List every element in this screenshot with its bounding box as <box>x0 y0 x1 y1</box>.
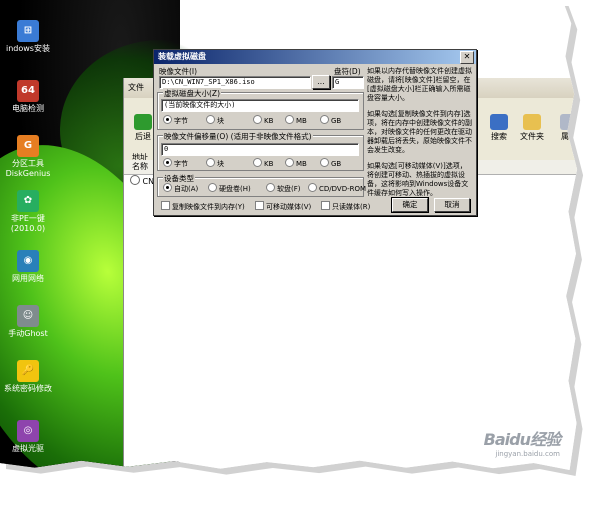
desktop-shortcut[interactable]: ✿ 非PE一键 (2010.0) <box>2 190 54 234</box>
desktop-shortcut-label: 手动Ghost <box>8 329 48 338</box>
radio-dot <box>206 115 215 124</box>
unit-radio-kb[interactable]: KB <box>253 158 273 168</box>
radio-dot <box>253 115 262 124</box>
radio-label: GB <box>331 117 342 125</box>
desktop-shortcut-label: 电脑检测 <box>12 104 44 113</box>
radio-dot <box>285 115 294 124</box>
desktop-shortcut-label: 系统密码修改 <box>4 384 52 393</box>
radio-dot <box>308 183 317 192</box>
list-item[interactable]: CN <box>130 175 154 186</box>
radio-dot <box>206 158 215 167</box>
radio-label: 字节 <box>174 160 188 168</box>
screenshot: ⊞ indows安装 64 电脑检测 G 分区工具 DiskGenius ✿ 非PE一键 (201… <box>0 0 578 470</box>
drive-letter-select[interactable]: G <box>332 76 364 89</box>
back-arrow-icon <box>134 114 152 130</box>
unit-radio-mb[interactable]: MB <box>285 158 307 168</box>
dialog-titlebar: 装载虚拟磁盘 ✕ <box>154 50 476 64</box>
cd-drive-icon <box>130 175 140 185</box>
browse-button[interactable]: ... <box>312 75 330 89</box>
search-button[interactable]: 搜索 <box>490 114 508 142</box>
desktop-shortcut[interactable]: ◎ 虚拟光驱 <box>2 420 54 454</box>
checkbox-box <box>255 201 264 210</box>
radio-dot <box>285 158 294 167</box>
desktop-shortcut[interactable]: ◉ 网用网络 <box>2 250 54 284</box>
search-icon <box>490 114 508 130</box>
unit-radio-字节[interactable]: 字节 <box>163 115 188 126</box>
image-offset-label: 映像文件偏移量(O) (适用于非映像文件格式) <box>163 131 313 142</box>
unit-radio-mb[interactable]: MB <box>285 115 307 125</box>
folder-icon <box>523 114 541 130</box>
unit-radio-块[interactable]: 块 <box>206 158 224 169</box>
network-icon: ◉ <box>17 250 39 272</box>
watermark: Baidu经验 jingyan.baidu.com <box>483 430 561 458</box>
radio-label: 自动(A) <box>174 185 199 193</box>
readonly-media-checkbox[interactable]: 只读媒体(R) <box>321 201 370 212</box>
pe-onekey-icon: ✿ <box>17 190 39 212</box>
device-type-radio[interactable]: 硬盘卷(H) <box>208 183 251 194</box>
virtual-drive-icon: ◎ <box>17 420 39 442</box>
radio-dot <box>320 158 329 167</box>
checkbox-box <box>161 201 170 210</box>
radio-dot <box>253 158 262 167</box>
folders-button[interactable]: 文件夹 <box>520 114 544 142</box>
radio-label: CD/DVD-ROM <box>319 185 367 193</box>
radio-label: 字节 <box>174 117 188 125</box>
pc-check-icon: 64 <box>17 80 39 102</box>
password-tool-icon: 🔑 <box>17 360 39 382</box>
radio-dot <box>163 115 172 124</box>
desktop-shortcut-label: indows安装 <box>6 44 50 53</box>
unit-radio-gb[interactable]: GB <box>320 115 341 125</box>
unit-radio-gb[interactable]: GB <box>320 158 341 168</box>
vdisk-size-field[interactable]: (当前映像文件的大小) <box>161 99 359 112</box>
ghost-icon: ☺ <box>17 305 39 327</box>
radio-dot <box>208 183 217 192</box>
device-type-radio[interactable]: 自动(A) <box>163 183 198 194</box>
help-paragraph-removable: 如果勾选[可移动媒体(V)]选项，将创建可移动、热插拔的虚拟设备，这将影响到Wi… <box>367 162 469 197</box>
radio-label: 块 <box>217 160 224 168</box>
unit-radio-kb[interactable]: KB <box>253 115 273 125</box>
radio-label: KB <box>264 117 274 125</box>
desktop-shortcut[interactable]: G 分区工具 DiskGenius <box>2 135 54 179</box>
windows-setup-icon: ⊞ <box>17 20 39 42</box>
unit-radio-字节[interactable]: 字节 <box>163 158 188 169</box>
image-offset-field[interactable]: 0 <box>161 143 359 156</box>
device-type-radio[interactable]: CD/DVD-ROM <box>308 183 366 193</box>
radio-label: MB <box>296 117 307 125</box>
desktop-shortcut[interactable]: 64 电脑检测 <box>2 80 54 114</box>
vdisk-size-label: 虚拟磁盘大小(Z) <box>163 88 221 99</box>
radio-dot <box>163 158 172 167</box>
copy-to-memory-checkbox[interactable]: 复制映像文件到内存(Y) <box>161 201 245 212</box>
unit-radio-块[interactable]: 块 <box>206 115 224 126</box>
removable-media-checkbox[interactable]: 可移动媒体(V) <box>255 201 311 212</box>
radio-dot <box>266 183 275 192</box>
radio-label: GB <box>331 160 342 168</box>
desktop-shortcut-label: 网用网络 <box>12 274 44 283</box>
radio-label: KB <box>264 160 274 168</box>
desktop-shortcut-label: 非PE一键 (2010.0) <box>10 214 46 233</box>
close-button[interactable]: ✕ <box>460 51 474 64</box>
diskgenius-icon: G <box>17 135 39 157</box>
help-paragraph-copy: 如果勾选[复制映像文件到内存]选项，将在内存中创建映像文件的副本，对映像文件的任… <box>367 110 472 154</box>
desktop-shortcut[interactable]: 🔑 系统密码修改 <box>2 360 54 394</box>
radio-dot <box>163 183 172 192</box>
radio-label: 软盘(F) <box>277 185 301 193</box>
device-type-radio[interactable]: 软盘(F) <box>266 183 301 194</box>
help-paragraph-memory: 如果以内存代替映像文件创建虚拟磁盘，请将[映像文件]栏留空，在[虚拟磁盘大小]栏… <box>367 67 472 102</box>
radio-dot <box>320 115 329 124</box>
help-text: 如果以内存代替映像文件创建虚拟磁盘，请将[映像文件]栏留空，在[虚拟磁盘大小]栏… <box>367 67 473 205</box>
radio-label: 硬盘卷(H) <box>219 185 251 193</box>
mount-virtual-disk-dialog: 装载虚拟磁盘 ✕ 映像文件(I) D:\CN_WIN7_SP1_X86.iso … <box>153 49 477 216</box>
desktop-shortcut-label: 虚拟光驱 <box>12 444 44 453</box>
desktop-shortcut[interactable]: ☺ 手动Ghost <box>2 305 54 339</box>
radio-label: MB <box>296 160 307 168</box>
desktop-shortcut[interactable]: ⊞ indows安装 <box>2 20 54 54</box>
radio-label: 块 <box>217 117 224 125</box>
checkbox-box <box>321 201 330 210</box>
back-button[interactable]: 后退 <box>134 114 152 142</box>
desktop-shortcut-label: 分区工具 DiskGenius <box>5 159 51 178</box>
